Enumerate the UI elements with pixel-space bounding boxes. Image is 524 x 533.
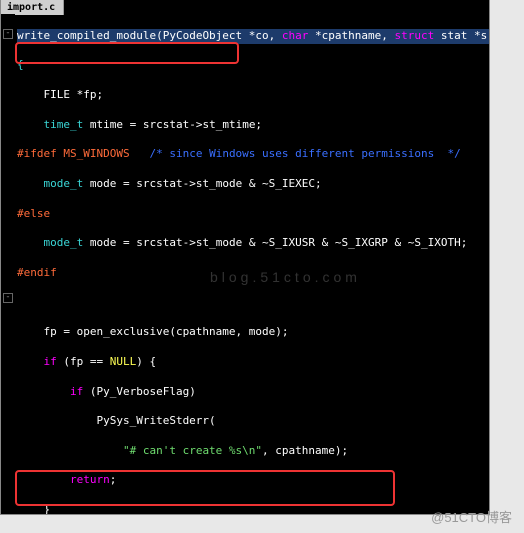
code-area[interactable]: import.c - - write_compiled_module(PyCod… [0,0,490,515]
code-line: mode_t mode = srcstat->st_mode & ~S_IXUS… [17,236,489,251]
code-line: } [17,503,489,515]
code-line: time_t mtime = srcstat->st_mtime; [17,118,489,133]
code-line: if (fp == NULL) { [17,355,489,370]
editor-window: import.c - - write_compiled_module(PyCod… [0,0,524,533]
code-line: FILE *fp; [17,88,489,103]
code-line: PySys_WriteStderr( [17,414,489,429]
code-line: "# can't create %s\n", cpathname); [17,444,489,459]
code-line: #endif [17,266,489,281]
code-line: #ifdef MS_WINDOWS /* since Windows uses … [17,147,489,162]
code-line: #else [17,207,489,222]
code-line [17,296,489,311]
fold-gutter: - - [1,14,15,514]
file-tab[interactable]: import.c [1,0,64,15]
code-line: { [17,58,489,73]
file-tab-label: import.c [7,2,55,13]
code-line: if (Py_VerboseFlag) [17,385,489,400]
fold-icon[interactable]: - [3,293,13,303]
watermark-corner: @51CTO博客 [431,509,512,527]
code-line: return; [17,473,489,488]
code-line: mode_t mode = srcstat->st_mode & ~S_IEXE… [17,177,489,192]
fold-icon[interactable]: - [3,29,13,39]
code-line: write_compiled_module(PyCodeObject *co, … [17,29,489,44]
code-line: fp = open_exclusive(cpathname, mode); [17,325,489,340]
code-lines[interactable]: write_compiled_module(PyCodeObject *co, … [15,14,489,514]
